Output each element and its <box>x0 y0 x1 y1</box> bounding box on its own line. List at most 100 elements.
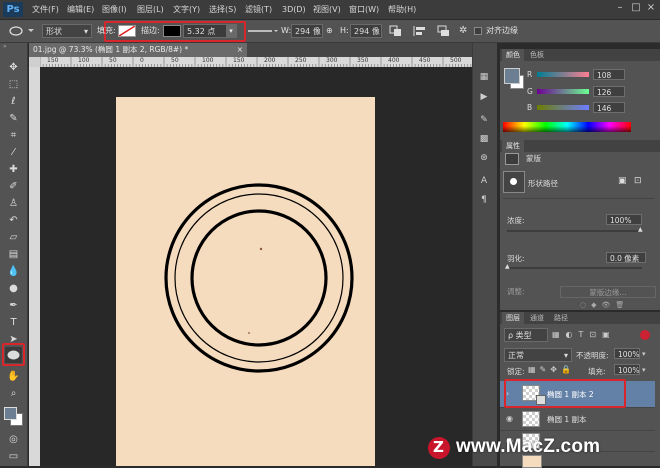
path-arrangement-icon[interactable] <box>436 24 454 38</box>
move-tool-icon[interactable]: ✥ <box>5 60 22 76</box>
density-slider[interactable] <box>507 230 642 232</box>
tab-channels[interactable]: 通道 <box>526 312 548 324</box>
middle-thin-circle[interactable] <box>174 193 344 363</box>
g-slider[interactable] <box>537 89 589 94</box>
zoom-tool-icon[interactable]: ⌕ <box>5 386 22 402</box>
layer-filter-select[interactable]: ρ 类型 <box>504 328 548 342</box>
properties-footer-icons[interactable]: ◌◆👁🗑 <box>580 301 650 309</box>
stroke-type-select[interactable] <box>246 25 280 37</box>
tool-preset-picker[interactable] <box>5 24 35 38</box>
add-vector-mask-icon[interactable]: ⊡ <box>634 176 646 186</box>
panel-collapse-icon[interactable]: » <box>3 44 23 50</box>
mask-edge-button[interactable]: 蒙版边缘... <box>560 286 656 298</box>
opacity-input[interactable]: 100% <box>614 348 640 359</box>
ruler-label: 50 <box>171 57 179 64</box>
b-slider[interactable] <box>537 105 589 110</box>
lock-options-icons[interactable]: ▦✎✥🔒 <box>528 364 578 375</box>
ellipse-tool-icon[interactable] <box>5 347 22 363</box>
g-input[interactable]: 126 <box>593 86 625 97</box>
marquee-tool-icon[interactable]: ⬚ <box>5 77 22 93</box>
eraser-tool-icon[interactable]: ▱ <box>5 230 22 246</box>
tab-color[interactable]: 颜色 <box>502 49 524 61</box>
quick-mask-icon[interactable]: ◎ <box>5 432 22 448</box>
chevron-down-icon[interactable]: ▾ <box>642 366 646 374</box>
height-input[interactable]: 294 像 <box>350 24 382 38</box>
r-input[interactable]: 108 <box>593 69 625 80</box>
brush-tool-icon[interactable]: ✐ <box>5 179 22 195</box>
inner-thick-circle[interactable] <box>190 209 328 347</box>
outer-thick-circle[interactable] <box>164 183 354 373</box>
fill-input[interactable]: 100% <box>614 364 640 375</box>
history-panel-icon[interactable]: ▦ <box>477 70 491 84</box>
paper-background-layer[interactable] <box>116 97 375 466</box>
stroke-line-icon <box>248 30 278 32</box>
menu-3d[interactable]: 3D(D) <box>282 0 306 19</box>
layer-row[interactable]: ◉ 椭圆 1 副本 <box>500 408 655 431</box>
blur-tool-icon[interactable]: 💧 <box>5 264 22 280</box>
feather-slider[interactable] <box>507 267 642 269</box>
pen-tool-icon[interactable]: ✒ <box>5 298 22 314</box>
history-brush-tool-icon[interactable]: ↶ <box>5 213 22 229</box>
type-tool-icon[interactable]: T <box>5 315 22 331</box>
brush-panel-icon[interactable]: ✎ <box>477 113 491 127</box>
menu-image[interactable]: 图像(I) <box>102 0 127 19</box>
menu-help[interactable]: 帮助(H) <box>388 0 416 19</box>
width-input[interactable]: 294 像 <box>291 24 323 38</box>
tab-properties[interactable]: 属性 <box>502 140 524 152</box>
minimize-icon[interactable]: – <box>614 2 626 14</box>
feather-slider-thumb[interactable]: ▲ <box>505 264 511 270</box>
tool-mode-select[interactable]: 形状 ▾ <box>42 24 92 38</box>
path-alignment-icon[interactable] <box>412 24 430 38</box>
ruler-origin[interactable] <box>29 57 40 67</box>
crop-tool-icon[interactable]: ⌗ <box>5 128 22 144</box>
eye-icon[interactable]: ◉ <box>506 414 513 423</box>
b-input[interactable]: 146 <box>593 102 625 113</box>
chevron-down-icon[interactable]: ▾ <box>642 350 646 358</box>
color-spectrum-bar[interactable] <box>503 122 631 132</box>
menu-layer[interactable]: 图层(L) <box>137 0 164 19</box>
close-icon[interactable]: × <box>645 2 657 14</box>
clone-source-icon[interactable]: ⊛ <box>477 151 491 165</box>
vector-mask-thumbnail[interactable] <box>503 171 525 193</box>
gear-icon[interactable]: ✲ <box>459 24 473 38</box>
path-operations-icon[interactable] <box>388 24 406 38</box>
lasso-tool-icon[interactable]: ℓ <box>5 94 22 110</box>
clone-stamp-tool-icon[interactable]: ♙ <box>5 196 22 212</box>
document-tab[interactable]: 01.jpg @ 73.3% (椭圆 1 副本 2, RGB/8#) * × <box>29 43 247 57</box>
screen-mode-icon[interactable]: ▭ <box>5 449 22 465</box>
character-panel-icon[interactable]: A <box>477 174 491 188</box>
tab-paths[interactable]: 路径 <box>550 312 572 324</box>
tab-swatches[interactable]: 色板 <box>526 49 548 61</box>
density-input[interactable]: 100% <box>606 214 642 225</box>
menu-view[interactable]: 视图(V) <box>313 0 341 19</box>
r-slider[interactable] <box>537 72 589 77</box>
dodge-tool-icon[interactable]: ● <box>5 281 22 297</box>
height-value: 294 像 <box>354 27 380 36</box>
filter-toggle-icon[interactable] <box>640 330 650 340</box>
menu-filter[interactable]: 滤镜(T) <box>245 0 272 19</box>
paragraph-panel-icon[interactable]: ¶ <box>477 193 491 207</box>
tab-layers[interactable]: 图层 <box>502 312 524 324</box>
menu-window[interactable]: 窗口(W) <box>349 0 379 19</box>
menu-file[interactable]: 文件(F) <box>32 0 59 19</box>
layer-filter-icons[interactable]: ▦◐T⊡▣ <box>552 329 632 341</box>
maximize-icon[interactable]: □ <box>630 2 642 14</box>
hand-tool-icon[interactable]: ✋ <box>5 369 22 385</box>
menu-type[interactable]: 文字(Y) <box>173 0 200 19</box>
menu-select[interactable]: 选择(S) <box>209 0 236 19</box>
density-slider-thumb[interactable]: ▲ <box>638 227 644 233</box>
align-edges-checkbox[interactable] <box>474 27 482 35</box>
eyedropper-tool-icon[interactable]: ⁄ <box>5 145 22 161</box>
quick-select-tool-icon[interactable]: ✎ <box>5 111 22 127</box>
brush-presets-icon[interactable]: ▩ <box>477 132 491 146</box>
feather-input[interactable]: 0.0 像素 <box>606 252 646 263</box>
gradient-tool-icon[interactable]: ▤ <box>5 247 22 263</box>
healing-brush-tool-icon[interactable]: ✚ <box>5 162 22 178</box>
add-pixel-mask-icon[interactable]: ▣ <box>618 176 630 186</box>
blend-mode-select[interactable]: 正常 ▾ <box>504 348 572 362</box>
layer-name[interactable]: 椭圆 1 副本 <box>547 414 587 425</box>
actions-panel-icon[interactable]: ▶ <box>477 90 491 104</box>
close-tab-icon[interactable]: × <box>237 43 243 57</box>
menu-edit[interactable]: 编辑(E) <box>67 0 94 19</box>
link-icon[interactable]: ⊕ <box>326 26 336 36</box>
